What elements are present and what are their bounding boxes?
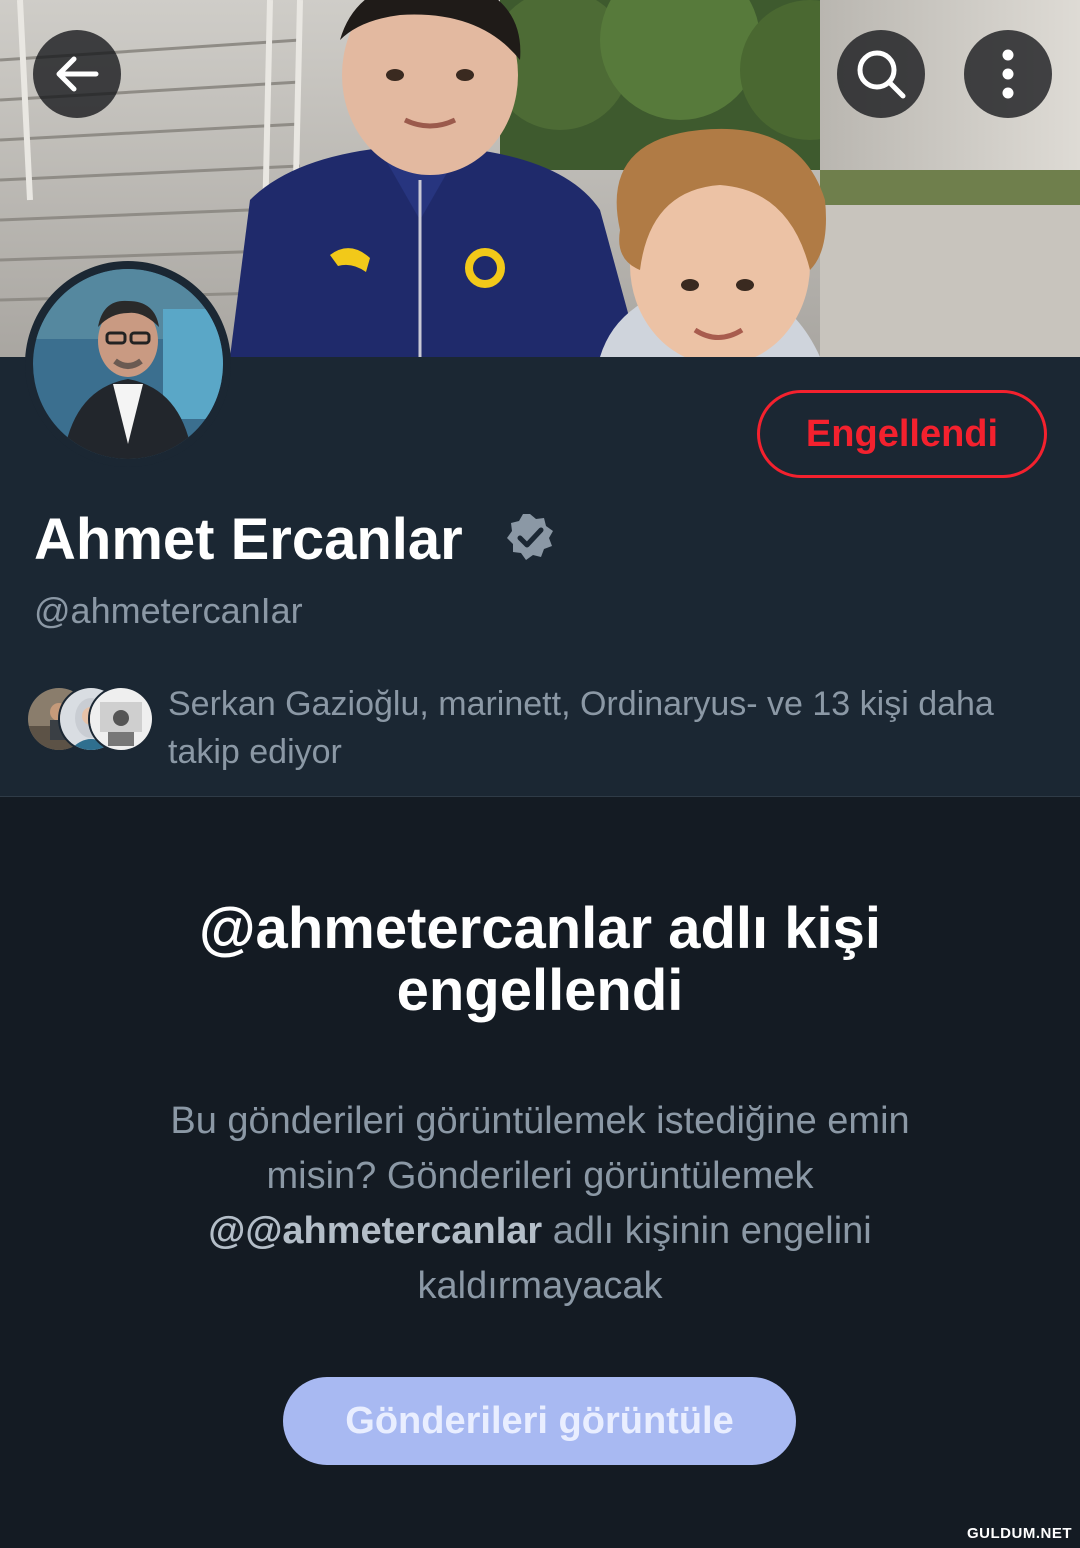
more-options-button[interactable] xyxy=(964,30,1052,118)
notice-body-prefix: Bu gönderileri görüntülemek istediğine e… xyxy=(170,1100,910,1197)
avatar-photo xyxy=(33,269,223,459)
more-vertical-icon xyxy=(1002,49,1014,99)
watermark: GULDUM.NET xyxy=(967,1525,1072,1542)
blocked-status-button[interactable]: Engellendi xyxy=(757,390,1047,478)
profile-handle: @ahmetercanIar xyxy=(34,590,303,631)
search-button[interactable] xyxy=(837,30,925,118)
verified-badge-icon xyxy=(507,514,553,560)
notice-body-handle: @@ahmetercanIar xyxy=(208,1210,543,1252)
back-button[interactable] xyxy=(33,30,121,118)
profile-display-name: Ahmet Ercanlar xyxy=(34,507,463,572)
profile-avatar[interactable] xyxy=(25,261,231,467)
blocked-notice-body: Bu gönderileri görüntülemek istediğine e… xyxy=(140,1094,940,1314)
followers-you-know-text[interactable]: Serkan Gazioğlu, marinett, Ordinaryus- v… xyxy=(168,680,1028,776)
view-posts-button[interactable]: Gönderileri görüntüle xyxy=(283,1377,796,1465)
arrow-left-icon xyxy=(56,56,99,92)
followers-you-know-avatars[interactable] xyxy=(26,686,156,756)
follower-avatar xyxy=(88,686,154,752)
search-icon xyxy=(857,50,906,99)
blocked-notice-title: @ahmetercanlar adlı kişi engellendi xyxy=(199,896,881,1023)
